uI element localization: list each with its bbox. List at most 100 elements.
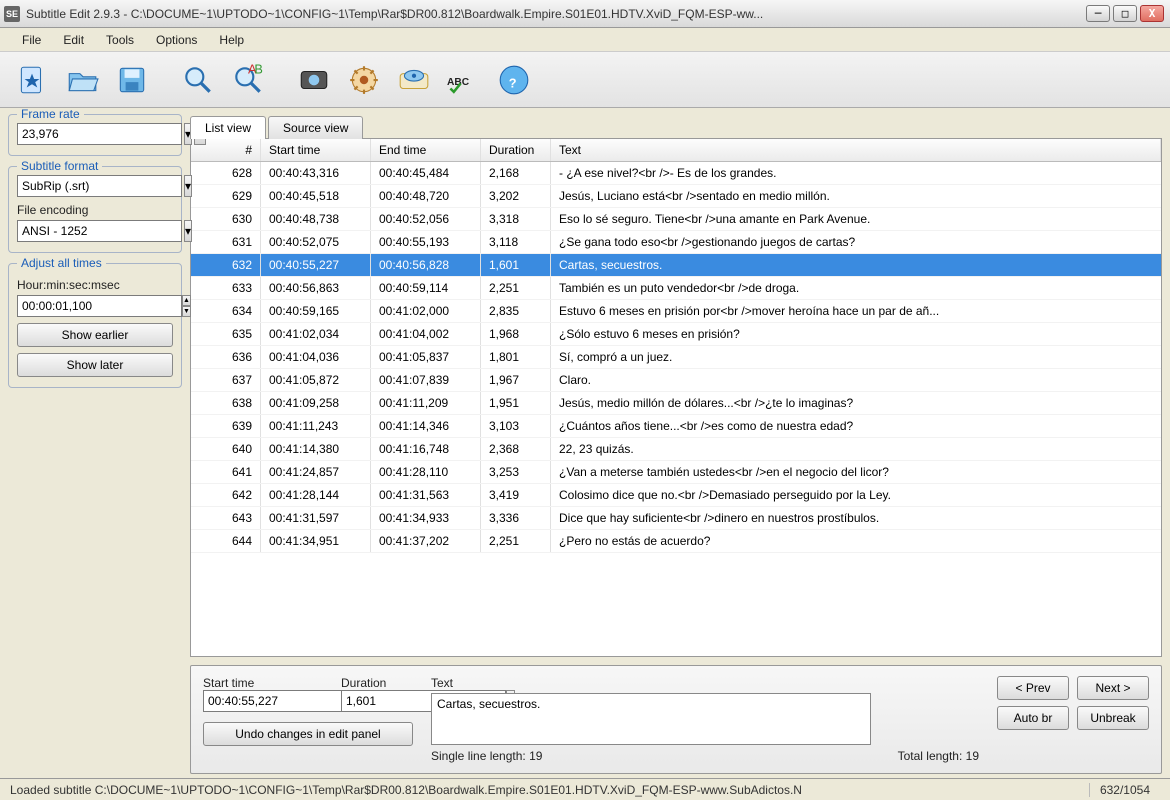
subtitle-format-select[interactable] <box>17 175 182 197</box>
table-row[interactable]: 63100:40:52,07500:40:55,1933,118¿Se gana… <box>191 231 1161 254</box>
show-later-button[interactable]: Show later <box>17 353 173 377</box>
cell-end: 00:41:37,202 <box>371 530 481 552</box>
cell-number: 642 <box>191 484 261 506</box>
preview-icon[interactable] <box>392 58 436 102</box>
cell-start: 00:41:31,597 <box>261 507 371 529</box>
menu-tools[interactable]: Tools <box>96 30 144 50</box>
cell-start: 00:41:14,380 <box>261 438 371 460</box>
open-file-icon[interactable] <box>60 58 104 102</box>
cell-end: 00:41:07,839 <box>371 369 481 391</box>
file-encoding-dropdown-icon[interactable]: ▾ <box>184 220 192 242</box>
minimize-button[interactable]: ─ <box>1086 5 1110 22</box>
cell-start: 00:41:04,036 <box>261 346 371 368</box>
undo-edit-button[interactable]: Undo changes in edit panel <box>203 722 413 746</box>
file-encoding-select[interactable] <box>17 220 182 242</box>
cell-start: 00:41:05,872 <box>261 369 371 391</box>
settings-icon[interactable] <box>342 58 386 102</box>
adjust-times-group: Adjust all times Hour:min:sec:msec ▲▼ Sh… <box>8 263 182 388</box>
table-row[interactable]: 63500:41:02,03400:41:04,0021,968¿Sólo es… <box>191 323 1161 346</box>
find-replace-icon[interactable]: AB <box>226 58 270 102</box>
adjust-time-input[interactable] <box>17 295 182 317</box>
prev-button[interactable]: < Prev <box>997 676 1069 700</box>
table-row[interactable]: 63800:41:09,25800:41:11,2091,951Jesús, m… <box>191 392 1161 415</box>
table-row[interactable]: 64300:41:31,59700:41:34,9333,336Dice que… <box>191 507 1161 530</box>
table-row[interactable]: 64000:41:14,38000:41:16,7482,36822, 23 q… <box>191 438 1161 461</box>
col-duration[interactable]: Duration <box>481 139 551 161</box>
table-row[interactable]: 64200:41:28,14400:41:31,5633,419Colosimo… <box>191 484 1161 507</box>
tabstrip: List view Source view <box>190 112 1162 138</box>
toolbar: AB ABC ? <box>0 52 1170 108</box>
cell-start: 00:40:52,075 <box>261 231 371 253</box>
table-row[interactable]: 63600:41:04,03600:41:05,8371,801Sí, comp… <box>191 346 1161 369</box>
maximize-button[interactable]: □ <box>1113 5 1137 22</box>
cell-end: 00:40:45,484 <box>371 162 481 184</box>
cell-number: 635 <box>191 323 261 345</box>
cell-end: 00:41:31,563 <box>371 484 481 506</box>
col-start[interactable]: Start time <box>261 139 371 161</box>
cell-end: 00:41:14,346 <box>371 415 481 437</box>
cell-duration: 3,318 <box>481 208 551 230</box>
autobr-button[interactable]: Auto br <box>997 706 1069 730</box>
cell-start: 00:40:59,165 <box>261 300 371 322</box>
adjust-times-legend: Adjust all times <box>17 256 106 270</box>
cell-end: 00:40:48,720 <box>371 185 481 207</box>
edit-text-input[interactable] <box>431 693 871 745</box>
edit-duration-label: Duration <box>341 676 386 690</box>
show-earlier-button[interactable]: Show earlier <box>17 323 173 347</box>
single-line-length: Single line length: 19 <box>431 749 542 763</box>
left-panel: Frame rate ▾ ... Subtitle format ▾ File … <box>0 108 190 778</box>
menu-options[interactable]: Options <box>146 30 207 50</box>
cell-duration: 1,968 <box>481 323 551 345</box>
menu-help[interactable]: Help <box>209 30 254 50</box>
column-headers: # Start time End time Duration Text <box>191 139 1161 162</box>
cell-duration: 3,419 <box>481 484 551 506</box>
menu-file[interactable]: File <box>12 30 51 50</box>
subtitle-rows[interactable]: 62800:40:43,31600:40:45,4842,168- ¿A ese… <box>191 162 1161 656</box>
cell-text: ¿Van a meterse también ustedes<br />en e… <box>551 461 1161 483</box>
table-row[interactable]: 62900:40:45,51800:40:48,7203,202Jesús, L… <box>191 185 1161 208</box>
table-row[interactable]: 62800:40:43,31600:40:45,4842,168- ¿A ese… <box>191 162 1161 185</box>
cell-end: 00:41:11,209 <box>371 392 481 414</box>
cell-start: 00:40:55,227 <box>261 254 371 276</box>
find-icon[interactable] <box>176 58 220 102</box>
cell-end: 00:41:02,000 <box>371 300 481 322</box>
cell-start: 00:40:43,316 <box>261 162 371 184</box>
save-file-icon[interactable] <box>110 58 154 102</box>
table-row[interactable]: 63000:40:48,73800:40:52,0563,318Eso lo s… <box>191 208 1161 231</box>
tab-list-view[interactable]: List view <box>190 116 266 139</box>
subtitle-format-dropdown-icon[interactable]: ▾ <box>184 175 192 197</box>
table-row[interactable]: 63700:41:05,87200:41:07,8391,967Claro. <box>191 369 1161 392</box>
spellcheck-icon[interactable]: ABC <box>442 58 486 102</box>
cell-text: Dice que hay suficiente<br />dinero en n… <box>551 507 1161 529</box>
help-icon[interactable]: ? <box>492 58 536 102</box>
close-button[interactable]: X <box>1140 5 1164 22</box>
right-panel: List view Source view # Start time End t… <box>190 108 1170 778</box>
new-file-icon[interactable] <box>10 58 54 102</box>
frame-rate-group: Frame rate ▾ ... <box>8 114 182 156</box>
cell-text: 22, 23 quizás. <box>551 438 1161 460</box>
adjust-spin-down-icon[interactable]: ▼ <box>182 306 191 317</box>
table-row[interactable]: 64100:41:24,85700:41:28,1103,253¿Van a m… <box>191 461 1161 484</box>
tab-source-view[interactable]: Source view <box>268 116 363 139</box>
table-row[interactable]: 64400:41:34,95100:41:37,2022,251¿Pero no… <box>191 530 1161 553</box>
app-icon: SE <box>4 6 20 22</box>
table-row[interactable]: 63900:41:11,24300:41:14,3463,103¿Cuántos… <box>191 415 1161 438</box>
visual-sync-icon[interactable] <box>292 58 336 102</box>
table-row[interactable]: 63300:40:56,86300:40:59,1142,251También … <box>191 277 1161 300</box>
cell-start: 00:40:56,863 <box>261 277 371 299</box>
adjust-spin-up-icon[interactable]: ▲ <box>182 295 191 306</box>
cell-number: 629 <box>191 185 261 207</box>
cell-duration: 1,601 <box>481 254 551 276</box>
cell-duration: 1,967 <box>481 369 551 391</box>
next-button[interactable]: Next > <box>1077 676 1149 700</box>
table-row[interactable]: 63400:40:59,16500:41:02,0002,835Estuvo 6… <box>191 300 1161 323</box>
unbreak-button[interactable]: Unbreak <box>1077 706 1149 730</box>
cell-start: 00:41:02,034 <box>261 323 371 345</box>
subtitle-format-group: Subtitle format ▾ File encoding ▾ <box>8 166 182 253</box>
table-row[interactable]: 63200:40:55,22700:40:56,8281,601Cartas, … <box>191 254 1161 277</box>
frame-rate-input[interactable] <box>17 123 182 145</box>
col-text[interactable]: Text <box>551 139 1161 161</box>
total-length: Total length: 19 <box>898 749 979 763</box>
col-end[interactable]: End time <box>371 139 481 161</box>
menu-edit[interactable]: Edit <box>53 30 94 50</box>
